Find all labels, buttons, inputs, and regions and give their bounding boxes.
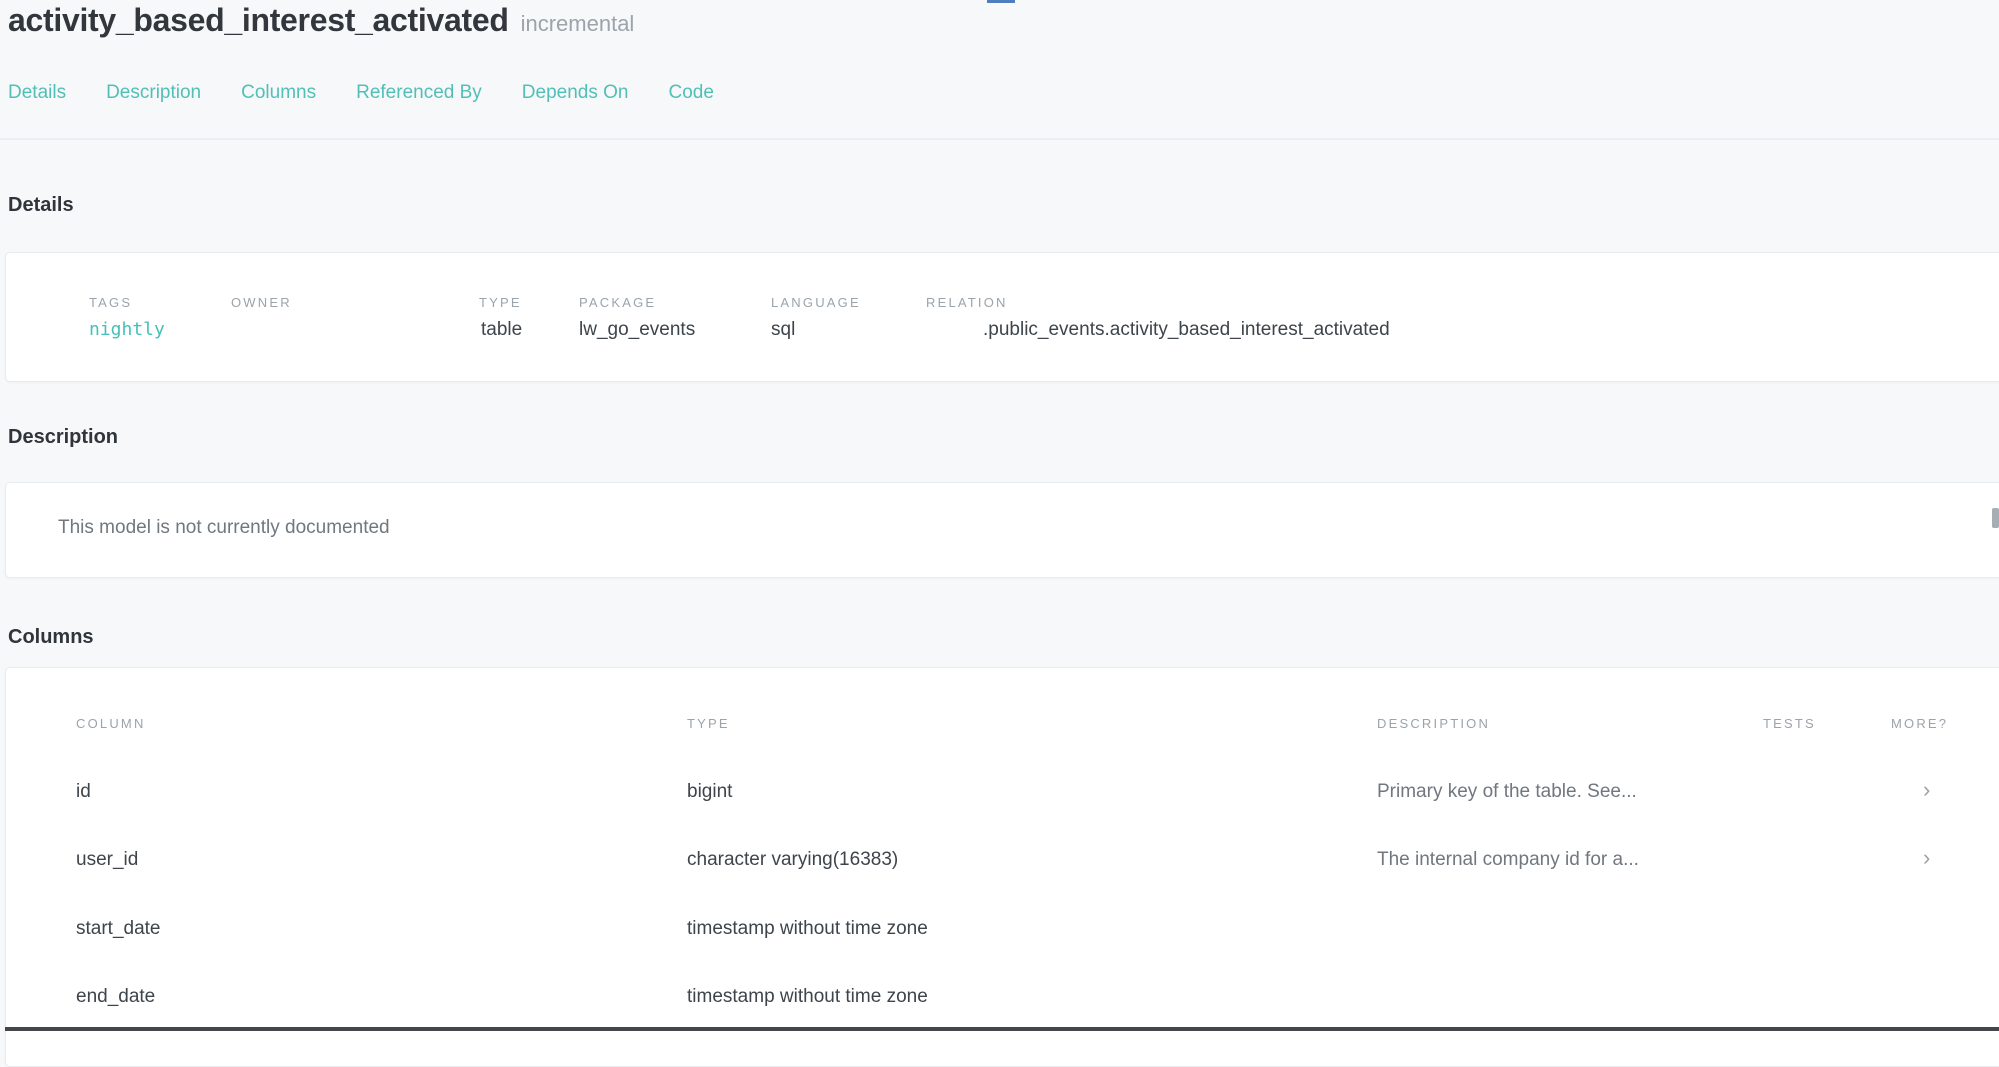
chevron-right-icon[interactable]: › [1923,845,1930,871]
columns-card: COLUMN TYPE DESCRIPTION TESTS MORE? id b… [5,667,1999,1067]
column-type: character varying(16383) [687,849,898,871]
description-card: This model is not currently documented [5,482,1999,578]
tags-label: TAGS [89,295,132,310]
model-name: activity_based_interest_activated [8,2,509,38]
relation-label: RELATION [926,295,1008,310]
language-value: sql [771,319,795,341]
column-description: The internal company id for a... [1377,849,1639,871]
details-card: TAGS nightly OWNER TYPE table PACKAGE lw… [5,252,1999,382]
type-value: table [481,319,522,341]
nav-link-depends-on[interactable]: Depends On [522,80,629,106]
column-header-description: DESCRIPTION [1377,716,1490,731]
package-label: PACKAGE [579,295,656,310]
column-name: id [76,781,91,803]
clipped-right-edge-element [1992,508,1999,528]
tag-nightly[interactable]: nightly [89,319,165,340]
column-name: end_date [76,986,155,1008]
table-row-user-id[interactable]: user_id character varying(16383) The int… [6,841,1999,881]
package-value: lw_go_events [579,319,695,341]
table-row-id[interactable]: id bigint Primary key of the table. See.… [6,773,1999,813]
column-name: user_id [76,849,138,871]
columns-section-heading: Columns [8,626,94,649]
nav-link-referenced-by[interactable]: Referenced By [356,80,482,106]
nav-link-description[interactable]: Description [106,80,201,106]
column-type: bigint [687,781,732,803]
table-row-start-date[interactable]: start_date timestamp without time zone [6,910,1999,950]
description-section-heading: Description [8,426,118,449]
column-header-tests: TESTS [1763,716,1816,731]
language-label: LANGUAGE [771,295,861,310]
column-name: start_date [76,918,161,940]
nav-link-columns[interactable]: Columns [241,80,316,106]
materialization-badge: incremental [521,11,635,36]
section-nav: Details Description Columns Referenced B… [8,80,714,106]
column-header-type: TYPE [687,716,730,731]
column-type: timestamp without time zone [687,918,928,940]
column-type: timestamp without time zone [687,986,928,1008]
table-row-end-date[interactable]: end_date timestamp without time zone [6,978,1999,1018]
type-label: TYPE [479,295,522,310]
page-title: activity_based_interest_activated increme… [8,2,634,39]
chevron-right-icon[interactable]: › [1923,777,1930,803]
nav-link-details[interactable]: Details [8,80,66,106]
nav-divider [0,138,1999,140]
relation-value: .public_events.activity_based_interest_a… [983,319,1390,341]
bottom-edge-line [5,1027,1999,1031]
column-description: Primary key of the table. See... [1377,781,1637,803]
description-text: This model is not currently documented [58,517,390,539]
clipped-top-element [987,0,1015,3]
column-header-name: COLUMN [76,716,146,731]
nav-link-code[interactable]: Code [668,80,713,106]
owner-label: OWNER [231,295,292,310]
details-section-heading: Details [8,194,74,217]
column-header-more: MORE? [1891,716,1948,731]
